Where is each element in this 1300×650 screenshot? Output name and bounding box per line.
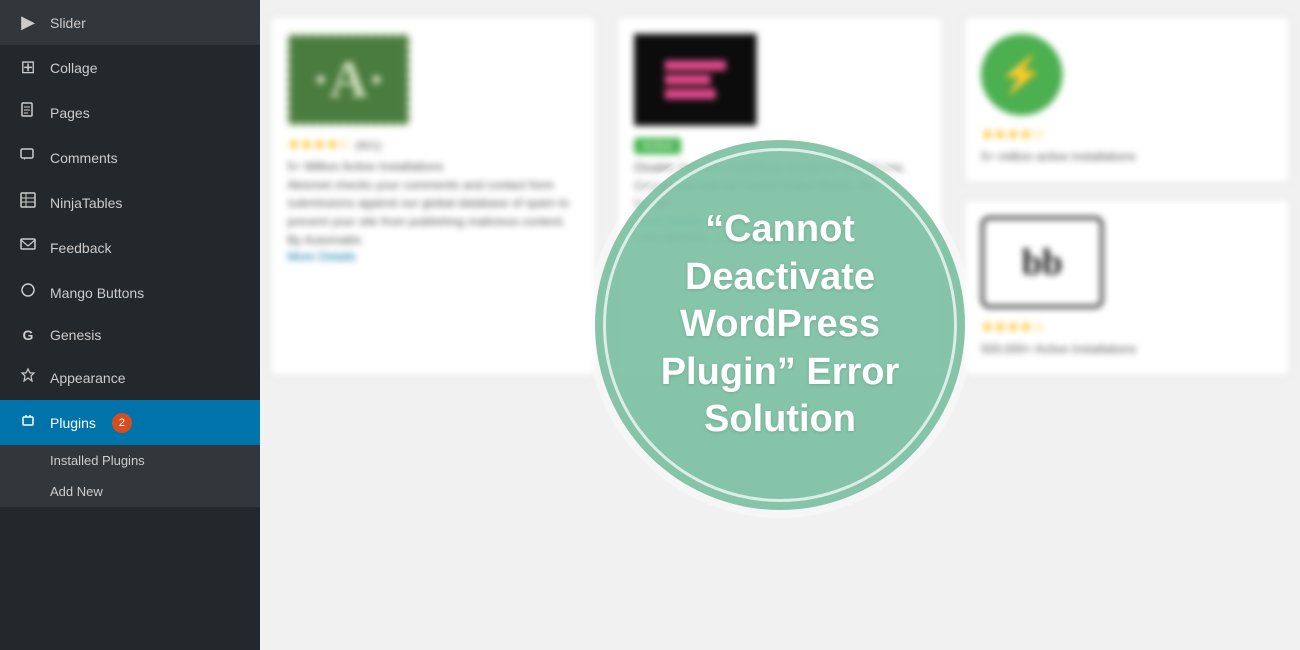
- slider-icon: ▶: [16, 12, 40, 33]
- ninjatables-icon: [16, 192, 40, 213]
- akismet-logo: ·A·: [287, 34, 409, 126]
- plugin-card-lightning: ⚡ ★★★★☆ 5+ million active installations: [964, 16, 1290, 182]
- sidebar-item-label: Appearance: [50, 370, 126, 386]
- bbpress-stars: ★★★★☆: [981, 318, 1273, 335]
- sidebar-item-label: Pages: [50, 105, 90, 121]
- overlay-headline: “Cannot Deactivate WordPress Plugin” Err…: [595, 186, 965, 464]
- wp-main-content: ·A· ★★★★☆ (821) 5+ Million Active Instal…: [260, 0, 1300, 650]
- sidebar-item-appearance[interactable]: Appearance: [0, 355, 260, 400]
- sidebar-item-label: Mango Buttons: [50, 285, 144, 301]
- feedback-icon: [16, 237, 40, 258]
- collage-icon: ⊞: [16, 57, 40, 78]
- plugin-card-akismet: ·A· ★★★★☆ (821) 5+ Million Active Instal…: [270, 16, 596, 375]
- akismet-installs: 5+ Million Active Installations: [287, 157, 579, 175]
- akismet-author: By Automattic: [287, 231, 579, 249]
- sidebar-item-genesis[interactable]: G Genesis: [0, 315, 260, 355]
- plugins-badge: 2: [112, 413, 132, 433]
- lightning-logo: ⚡: [981, 34, 1063, 116]
- sidebar-item-pages[interactable]: Pages: [0, 90, 260, 135]
- akismet-description: Akismet checks your comments and contact…: [287, 176, 579, 231]
- mango-buttons-icon: [16, 282, 40, 303]
- wp-sidebar: ▶ Slider ⊞ Collage Pages Comments NinjaT…: [0, 0, 260, 650]
- sidebar-item-label: Collage: [50, 60, 97, 76]
- sidebar-item-mango-buttons[interactable]: Mango Buttons: [0, 270, 260, 315]
- sidebar-item-slider[interactable]: ▶ Slider: [0, 0, 260, 45]
- akismet-more-details[interactable]: More Details: [287, 249, 579, 263]
- page-background: ▶ Slider ⊞ Collage Pages Comments NinjaT…: [0, 0, 1300, 650]
- active-badge: Active: [634, 138, 681, 154]
- sidebar-item-label: Feedback: [50, 240, 111, 256]
- appearance-icon: [16, 367, 40, 388]
- sub-item-installed-plugins[interactable]: Installed Plugins: [0, 445, 260, 476]
- sidebar-item-collage[interactable]: ⊞ Collage: [0, 45, 260, 90]
- plugins-icon: [16, 412, 40, 433]
- sidebar-item-plugins[interactable]: Plugins 2: [0, 400, 260, 445]
- pages-icon: [16, 102, 40, 123]
- bbpress-installs: 500,000+ Active Installations: [981, 340, 1273, 358]
- lightning-installs: 5+ million active installations: [981, 147, 1273, 165]
- sub-item-add-new[interactable]: Add New: [0, 476, 260, 507]
- overlay-circle: “Cannot Deactivate WordPress Plugin” Err…: [595, 140, 965, 510]
- sidebar-item-label: Comments: [50, 150, 118, 166]
- akismet-stars: ★★★★☆ (821): [287, 136, 579, 153]
- right-column: ⚡ ★★★★☆ 5+ million active installations …: [964, 16, 1290, 375]
- sidebar-item-label: Slider: [50, 15, 86, 31]
- lightning-stars: ★★★★☆: [981, 126, 1273, 143]
- plugin-card-bbpress: bb ★★★★☆ 500,000+ Active Installations: [964, 199, 1290, 375]
- genesis-icon: G: [16, 327, 40, 343]
- sidebar-item-ninjatables[interactable]: NinjaTables: [0, 180, 260, 225]
- sidebar-item-label: NinjaTables: [50, 195, 122, 211]
- plugins-sub-menu: Installed Plugins Add New: [0, 445, 260, 507]
- sidebar-item-comments[interactable]: Comments: [0, 135, 260, 180]
- elementor-logo: [634, 34, 756, 126]
- sidebar-item-feedback[interactable]: Feedback: [0, 225, 260, 270]
- bbpress-logo: bb: [981, 216, 1103, 308]
- comments-icon: [16, 147, 40, 168]
- sidebar-item-label: Genesis: [50, 327, 101, 343]
- sidebar-item-label: Plugins: [50, 415, 96, 431]
